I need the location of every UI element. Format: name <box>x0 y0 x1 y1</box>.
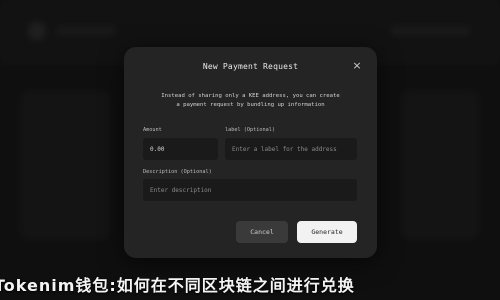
label-field-label: label (Optional) <box>225 127 275 133</box>
description-input[interactable] <box>143 179 357 201</box>
dialog-title: New Payment Request <box>202 62 299 71</box>
description-line-1: Instead of sharing only a KEE address, y… <box>161 93 340 99</box>
amount-input[interactable] <box>143 138 218 160</box>
label-input[interactable] <box>225 138 357 160</box>
generate-button[interactable]: Generate <box>297 221 357 243</box>
description-line-2: a payment request by bundling up informa… <box>176 101 325 108</box>
dialog-description: Instead of sharing only a KEE address, y… <box>144 92 357 109</box>
description-field-label: Description (Optional) <box>143 169 212 175</box>
payment-request-dialog: New Payment Request × Instead of sharing… <box>124 47 377 258</box>
page-caption: Tokenim钱包:如何在不同区块链之间进行兑换 <box>0 276 355 295</box>
close-icon[interactable]: × <box>351 60 363 72</box>
amount-label: Amount <box>143 127 162 133</box>
cancel-button[interactable]: Cancel <box>236 221 288 243</box>
